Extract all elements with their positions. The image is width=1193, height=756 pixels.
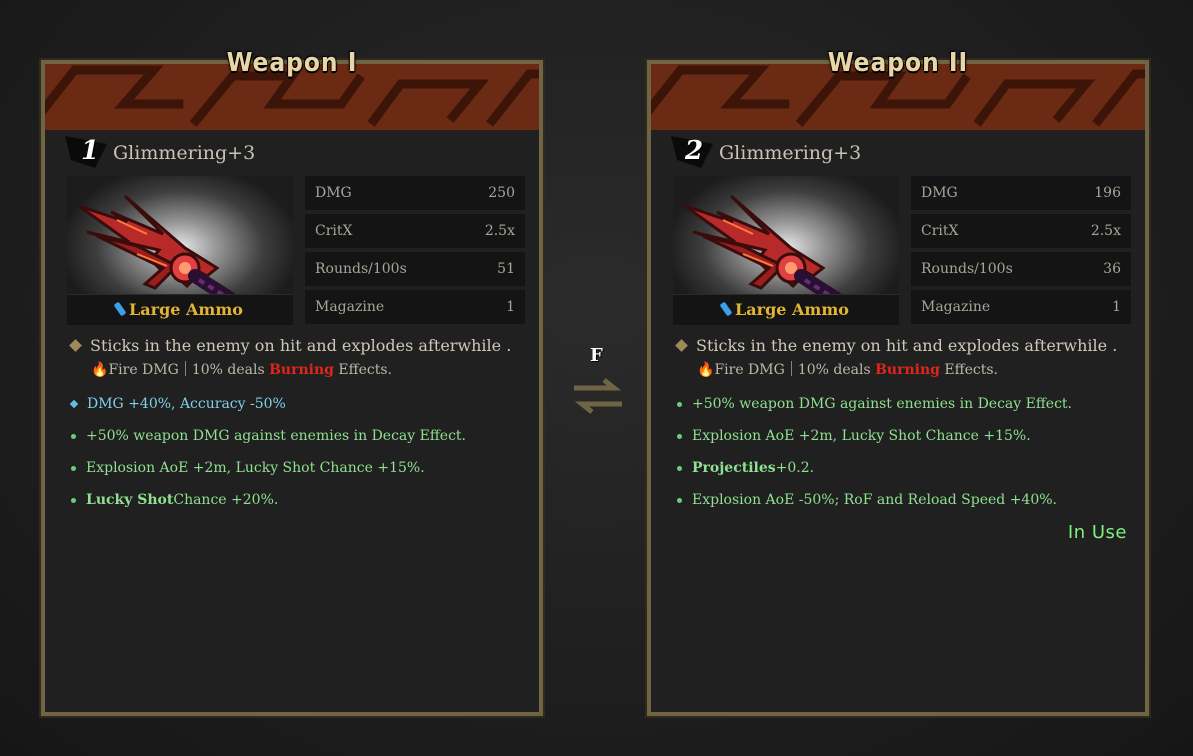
fire-icon: 🔥 (697, 362, 715, 378)
bullet-icon (677, 401, 682, 407)
panel-title: Weapon II (827, 48, 969, 78)
stats-table: DMG 196 CritX 2.5x Rounds/100s 36 Magazine 1 (911, 176, 1131, 328)
bullet-icon (69, 399, 79, 409)
fire-icon: 🔥 (91, 362, 109, 378)
stat-row: Rounds/100s 36 (911, 252, 1131, 286)
affix-line: +50% weapon DMG against enemies in Decay… (673, 396, 1133, 412)
affix-line: Projectiles +0.2. (673, 460, 1133, 476)
panel-body: 2 Glimmering+3 Large Ammo DMG 196 CritX 2.… (651, 130, 1145, 712)
weapon-panel-2[interactable]: Weapon II 2 Glimmering+3 Large Ammo DMG … (647, 48, 1149, 716)
bullet-icon (71, 465, 76, 471)
bullet-icon (677, 433, 682, 439)
swap-arrows-icon[interactable] (570, 376, 626, 416)
stat-row: DMG 196 (911, 176, 1131, 210)
ammo-type: Large Ammo (67, 294, 293, 325)
panel-body: 1 Glimmering+3 Large Ammo DMG 250 CritX 2.… (45, 130, 539, 712)
slot-number: 2 (685, 136, 704, 166)
affix-line: Explosion AoE +2m, Lucky Shot Chance +15… (67, 460, 527, 476)
affix-line: Explosion AoE -50%; RoF and Reload Speed… (673, 492, 1133, 508)
stat-row: CritX 2.5x (911, 214, 1131, 248)
bullet-icon (677, 465, 682, 471)
panel-title: Weapon I (226, 48, 358, 78)
stats-table: DMG 250 CritX 2.5x Rounds/100s 51 Magazine 1 (305, 176, 525, 328)
stat-row: DMG 250 (305, 176, 525, 210)
affix-line: Explosion AoE +2m, Lucky Shot Chance +15… (673, 428, 1133, 444)
element-line: 🔥Fire DMG 10% deals Burning Effects. (91, 361, 392, 378)
ammo-type: Large Ammo (673, 294, 899, 325)
affix-line: Lucky Shot Chance +20%. (67, 492, 527, 508)
bullet-icon (71, 433, 76, 439)
weapon-name: Glimmering+3 (113, 142, 256, 164)
ammo-icon (719, 301, 733, 317)
bullet-icon (677, 497, 682, 503)
diamond-icon (69, 339, 82, 352)
bullet-icon (71, 497, 76, 503)
description-area: Sticks in the enemy on hit and explodes … (67, 336, 527, 508)
stat-row: Magazine 1 (911, 290, 1131, 324)
weapon-name: Glimmering+3 (719, 142, 862, 164)
affix-line: DMG +40%, Accuracy -50% (67, 396, 527, 412)
ammo-icon (113, 301, 127, 317)
stat-row: Magazine 1 (305, 290, 525, 324)
affix-line: +50% weapon DMG against enemies in Decay… (67, 428, 527, 444)
weapon-panel-1[interactable]: Weapon I 1 Glimmering+3 Large Ammo DMG 2… (41, 48, 543, 716)
slot-number: 1 (81, 136, 100, 166)
in-use-status: In Use (1067, 522, 1127, 543)
element-line: 🔥Fire DMG 10% deals Burning Effects. (697, 361, 998, 378)
description: Sticks in the enemy on hit and explodes … (673, 336, 1133, 355)
stat-row: Rounds/100s 51 (305, 252, 525, 286)
diamond-icon (675, 339, 688, 352)
description-area: Sticks in the enemy on hit and explodes … (673, 336, 1133, 508)
stat-row: CritX 2.5x (305, 214, 525, 248)
swap-keybind: F (590, 345, 603, 366)
description: Sticks in the enemy on hit and explodes … (67, 336, 527, 355)
